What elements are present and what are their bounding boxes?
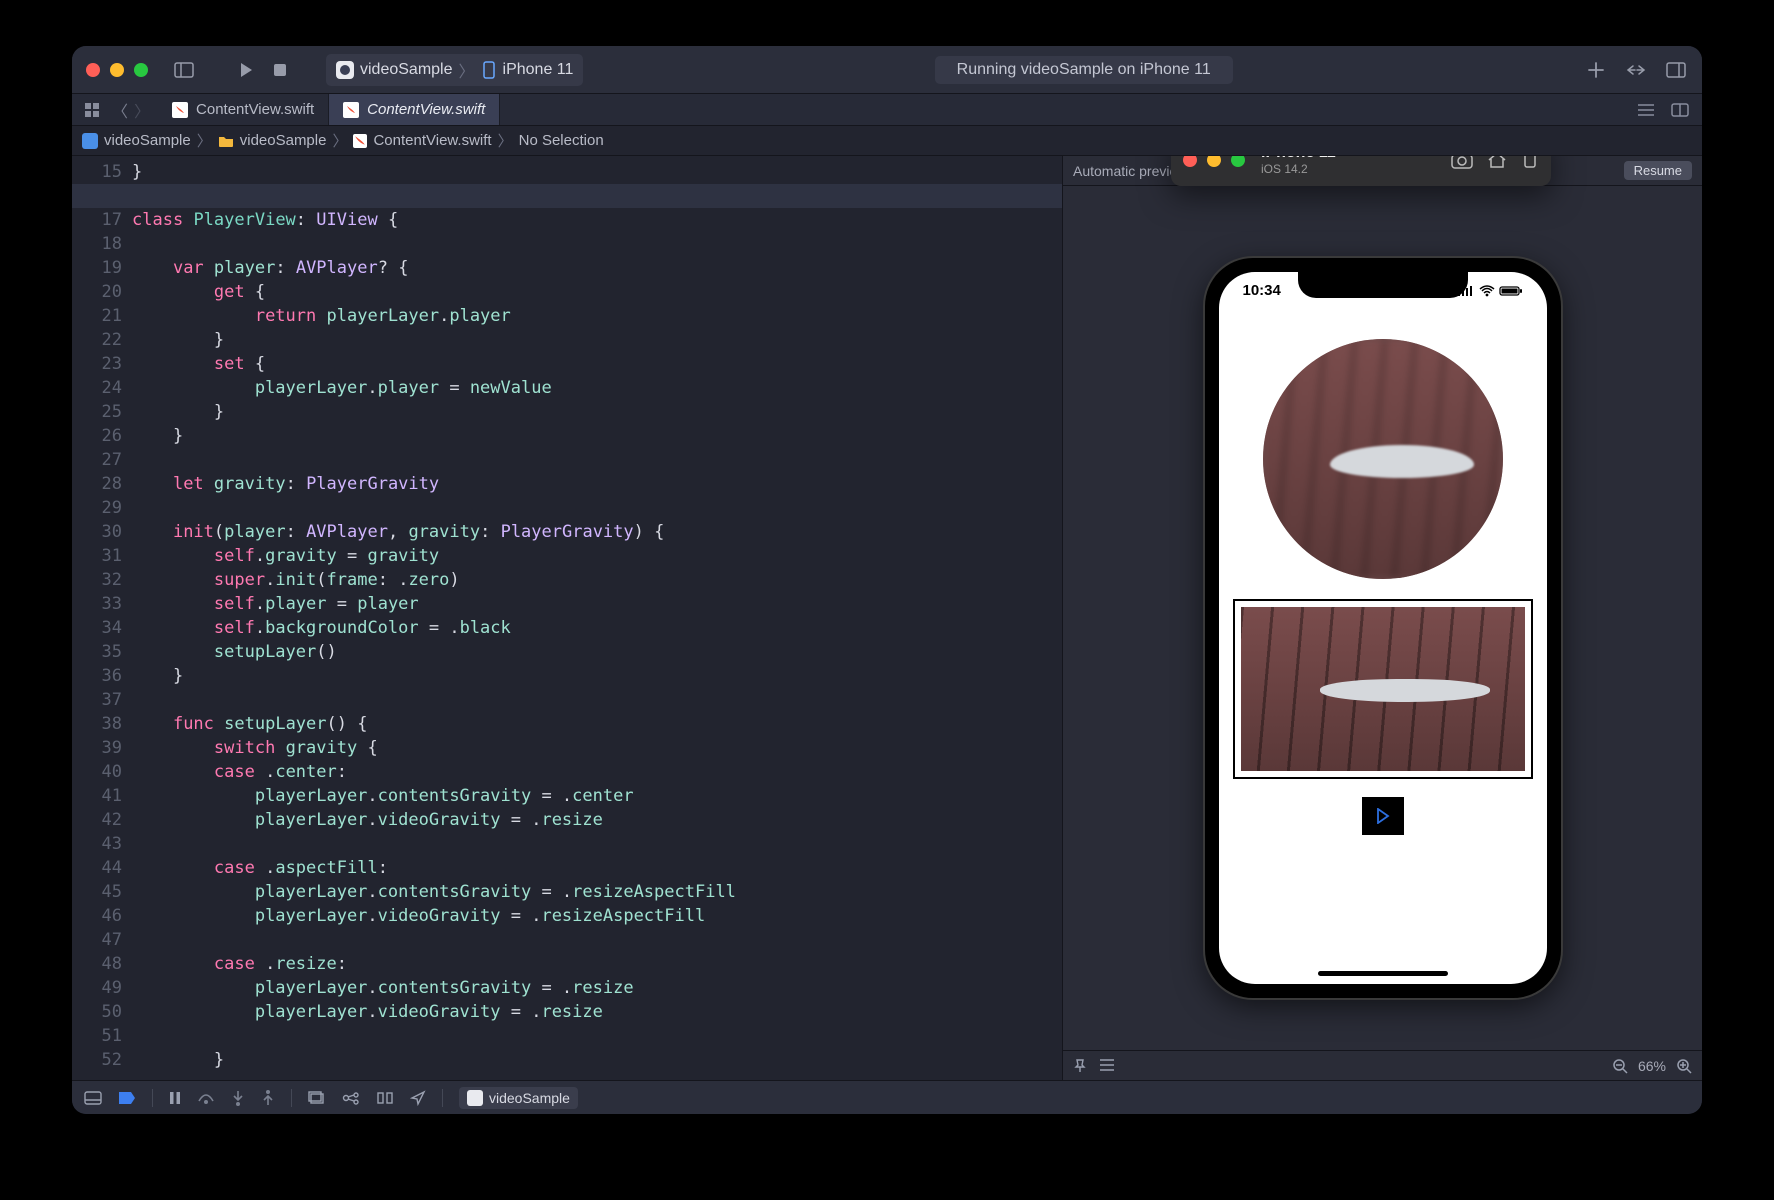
screenshot-icon[interactable] bbox=[1451, 156, 1473, 169]
swift-file-icon bbox=[343, 102, 359, 118]
view-debug-icon[interactable] bbox=[308, 1091, 326, 1105]
folder-icon bbox=[218, 135, 234, 147]
step-out-icon[interactable] bbox=[261, 1090, 275, 1106]
activity-status: Running videoSample on iPhone 11 bbox=[593, 56, 1574, 84]
zoom-out-icon[interactable] bbox=[1612, 1058, 1628, 1074]
status-text: Running videoSample on iPhone 11 bbox=[935, 56, 1233, 84]
environment-icon[interactable] bbox=[376, 1091, 394, 1105]
play-button[interactable] bbox=[1362, 797, 1404, 835]
sim-minimize-button[interactable] bbox=[1207, 156, 1221, 167]
pin-icon[interactable] bbox=[1073, 1059, 1087, 1073]
swift-file-icon bbox=[353, 134, 367, 148]
home-indicator bbox=[1318, 971, 1448, 976]
swift-file-icon bbox=[172, 102, 188, 118]
circular-video-view bbox=[1263, 339, 1503, 579]
zoom-level[interactable]: 66% bbox=[1638, 1058, 1666, 1074]
sim-zoom-button[interactable] bbox=[1231, 156, 1245, 167]
editor-tabbar: 〈 〉 ContentView.swift ContentView.swift bbox=[72, 94, 1702, 126]
pause-icon[interactable] bbox=[169, 1091, 181, 1105]
app-icon bbox=[336, 61, 354, 79]
step-over-icon[interactable] bbox=[197, 1091, 215, 1105]
code-content[interactable]: }class PlayerView: UIView { var player: … bbox=[132, 160, 1062, 1072]
code-review-button[interactable] bbox=[1624, 58, 1648, 82]
scheme-selector[interactable]: videoSample 〉 iPhone 11 bbox=[326, 54, 583, 86]
code-editor[interactable]: 1516171819202122232425262728293031323334… bbox=[72, 156, 1062, 1080]
sim-device-name: iPhone 11 bbox=[1261, 156, 1336, 162]
editor-layout-button[interactable] bbox=[1668, 98, 1692, 122]
sim-close-button[interactable] bbox=[1183, 156, 1197, 167]
iphone-mock: 10:34 bbox=[1205, 258, 1561, 998]
rotate-icon[interactable] bbox=[1521, 156, 1539, 169]
line-gutter: 1516171819202122232425262728293031323334… bbox=[72, 156, 132, 1080]
project-icon bbox=[82, 133, 98, 149]
crumb-file[interactable]: ContentView.swift bbox=[373, 132, 491, 149]
add-button[interactable] bbox=[1584, 58, 1608, 82]
debug-toggle-icon[interactable] bbox=[84, 1091, 102, 1105]
sim-os-version: iOS 14.2 bbox=[1261, 162, 1336, 176]
zoom-window-button[interactable] bbox=[134, 63, 148, 77]
crumb-project[interactable]: videoSample bbox=[104, 132, 191, 149]
resume-button[interactable]: Resume bbox=[1624, 161, 1692, 180]
step-into-icon[interactable] bbox=[231, 1090, 245, 1106]
toolbar: videoSample 〉 iPhone 11 Running videoSam… bbox=[72, 46, 1702, 94]
tab-contentview-2[interactable]: ContentView.swift bbox=[329, 94, 500, 125]
memory-graph-icon[interactable] bbox=[342, 1091, 360, 1105]
related-items-button[interactable] bbox=[80, 98, 104, 122]
rectangular-video-view bbox=[1233, 599, 1533, 779]
crumb-folder[interactable]: videoSample bbox=[240, 132, 327, 149]
device-time: 10:34 bbox=[1243, 282, 1281, 299]
close-window-button[interactable] bbox=[86, 63, 100, 77]
tab-contentview-1[interactable]: ContentView.swift bbox=[158, 94, 329, 125]
location-icon[interactable] bbox=[410, 1090, 426, 1106]
jump-bar[interactable]: videoSample 〉 videoSample 〉 ContentView.… bbox=[72, 126, 1702, 156]
preview-panel: Automatic preview up Resume iPhone 11 iO… bbox=[1062, 156, 1702, 1080]
tab-label: ContentView.swift bbox=[196, 101, 314, 118]
list-icon[interactable] bbox=[1099, 1059, 1115, 1073]
home-icon[interactable] bbox=[1487, 156, 1507, 169]
stop-button[interactable] bbox=[268, 58, 292, 82]
canvas[interactable]: 10:34 bbox=[1063, 186, 1702, 1050]
crumb-selection[interactable]: No Selection bbox=[519, 132, 604, 149]
window-controls bbox=[86, 63, 148, 77]
device-icon bbox=[481, 61, 497, 79]
debug-app-name: videoSample bbox=[489, 1090, 570, 1106]
scheme-project: videoSample bbox=[360, 61, 453, 79]
nav-forward-button[interactable]: 〉 bbox=[134, 98, 150, 122]
nav-back-button[interactable]: 〈 bbox=[112, 98, 128, 122]
breakpoint-toggle-icon[interactable] bbox=[118, 1091, 136, 1105]
run-button[interactable] bbox=[234, 58, 258, 82]
scheme-device: iPhone 11 bbox=[503, 61, 574, 79]
device-notch bbox=[1298, 272, 1468, 298]
simulator-window-chrome: iPhone 11 iOS 14.2 bbox=[1171, 156, 1551, 186]
debug-bar: videoSample bbox=[72, 1080, 1702, 1114]
debug-process-chip[interactable]: videoSample bbox=[459, 1087, 578, 1109]
editor-lines-button[interactable] bbox=[1634, 98, 1658, 122]
inspector-toggle-button[interactable] bbox=[1664, 58, 1688, 82]
zoom-in-icon[interactable] bbox=[1676, 1058, 1692, 1074]
minimize-window-button[interactable] bbox=[110, 63, 124, 77]
xcode-window: videoSample 〉 iPhone 11 Running videoSam… bbox=[72, 46, 1702, 1114]
navigator-toggle-button[interactable] bbox=[172, 58, 196, 82]
tab-label: ContentView.swift bbox=[367, 101, 485, 118]
